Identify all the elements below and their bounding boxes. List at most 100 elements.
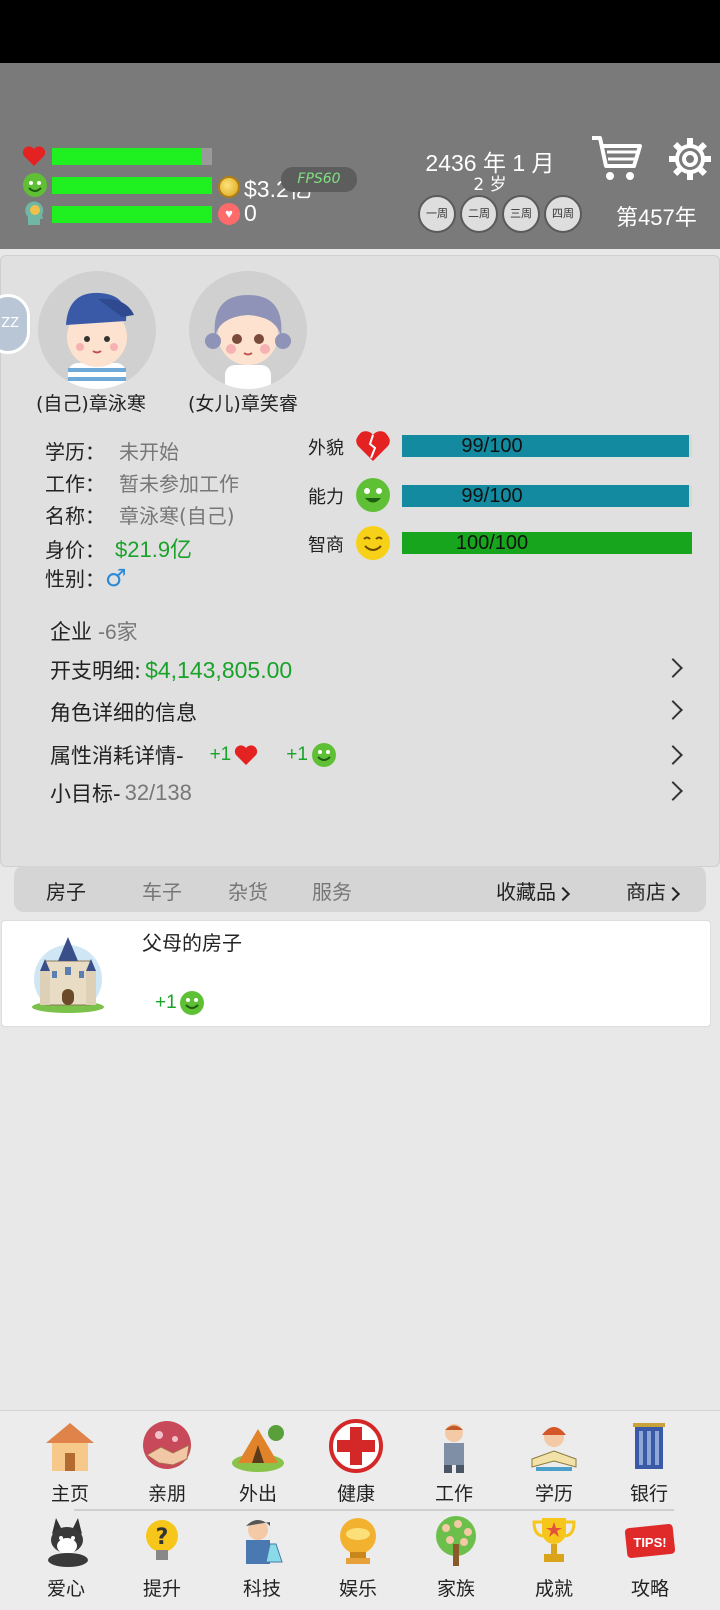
ability-label: 能力 [308, 487, 344, 508]
week-4-button[interactable]: 四周 [544, 195, 582, 233]
education-row: 学历： 未开始 [45, 436, 179, 465]
goals-row[interactable]: 小目标- 32/138 [50, 778, 683, 808]
nav-outing[interactable]: 外出 [213, 1419, 303, 1506]
nav-charity[interactable]: 爱心 [21, 1514, 111, 1601]
chevron-right-icon [663, 700, 683, 720]
nav-health[interactable]: 健康 [311, 1419, 401, 1506]
health-bar-fill [52, 147, 203, 165]
nav-home[interactable]: 主页 [25, 1419, 115, 1506]
character-age: 2 岁 [473, 175, 507, 195]
heart-icon [235, 745, 258, 765]
coin-icon [218, 176, 240, 198]
reputation-icon: ♥ [218, 202, 240, 225]
house-card[interactable]: 父母的房子 +1 [1, 920, 711, 1027]
collection-label: 收藏品 [496, 880, 556, 904]
daughter-avatar[interactable] [189, 271, 307, 389]
nav-entertainment[interactable]: 娱乐 [313, 1514, 403, 1601]
reputation-display[interactable]: ♥ 0 [218, 200, 257, 227]
reputation-value: 0 [244, 200, 257, 226]
nav-technology[interactable]: 科技 [217, 1514, 307, 1601]
collection-link[interactable]: 收藏品 [496, 876, 571, 905]
category-tabs: 房子 车子 杂货 服务 收藏品 商店 [14, 866, 706, 912]
nav-charity-label: 爱心 [46, 1578, 85, 1600]
shop-link[interactable]: 商店 [626, 876, 681, 905]
gear-icon[interactable] [667, 136, 713, 182]
side-drawer-tab[interactable]: ZZ [0, 294, 30, 354]
nav-education[interactable]: 学历 [509, 1419, 599, 1506]
castle-icon [32, 937, 104, 1013]
week-2-button[interactable]: 二周 [460, 195, 498, 233]
expense-value: $4,143,805.00 [145, 656, 293, 683]
character-info-label: 角色详细的信息 [50, 701, 197, 725]
happy-face-icon [23, 173, 47, 197]
health-bar [52, 147, 212, 165]
nav-divider [74, 1509, 674, 1511]
reading-girl-icon [531, 1427, 577, 1471]
appearance-value: 99/100 [461, 435, 523, 457]
smiling-face-icon [356, 526, 390, 560]
nav-achievements[interactable]: 成就 [509, 1514, 599, 1601]
appearance-bar: 99/100 [402, 435, 692, 457]
goals-label: 小目标- [50, 782, 121, 806]
company-label: 企业 [50, 620, 92, 644]
education-label: 学历： [45, 440, 105, 464]
svg-text:?: ? [156, 1525, 169, 1550]
nav-outing-label: 外出 [238, 1483, 277, 1505]
fps-badge: FPS60 [281, 167, 357, 192]
nav-work[interactable]: 工作 [409, 1419, 499, 1506]
slot-machine-icon [340, 1518, 376, 1564]
happy-face-icon [311, 743, 336, 767]
week-1-button[interactable]: 一周 [418, 195, 456, 233]
boy-avatar-icon [66, 292, 134, 389]
character-info-row[interactable]: 角色详细的信息 [50, 697, 683, 727]
worth-row: 身价： $21.9亿 [45, 532, 192, 564]
self-avatar[interactable] [38, 271, 156, 389]
name-value: 章泳寒(自己) [119, 504, 235, 528]
happiness-bar [52, 176, 212, 194]
daughter-avatar-label: (女儿)章笑睿 [188, 393, 298, 415]
ability-face-icon [356, 478, 390, 512]
job-label: 工作： [45, 472, 105, 496]
chevron-right-icon [663, 781, 683, 801]
nav-technology-label: 科技 [242, 1578, 281, 1600]
nav-family[interactable]: 家族 [411, 1514, 501, 1601]
nav-guide-label: 攻略 [630, 1578, 669, 1600]
company-row[interactable]: 企业 -6家 [50, 616, 680, 646]
heart-icon [22, 146, 46, 166]
svg-text:TIPS!: TIPS! [633, 1535, 666, 1550]
appearance-label: 外貌 [308, 438, 344, 459]
house-bonus-value: +1 [155, 992, 177, 1013]
gender-row: 性别： ♂ [45, 563, 127, 592]
year-counter: 第457年 [616, 205, 697, 230]
tab-goods[interactable]: 杂货 [228, 876, 268, 905]
nav-friends-label: 亲朋 [147, 1483, 186, 1505]
shopping-cart-icon[interactable] [590, 134, 642, 184]
health-stat [22, 145, 212, 167]
tab-service[interactable]: 服务 [312, 876, 352, 905]
girl-avatar-icon [205, 295, 291, 389]
iq-bar: 100/100 [402, 532, 692, 554]
tab-car[interactable]: 车子 [142, 876, 182, 905]
job-row: 工作： 暂未参加工作 [45, 468, 239, 497]
trophy-icon [532, 1518, 576, 1562]
expense-row[interactable]: 开支明细: $4,143,805.00 [50, 655, 683, 685]
week-3-button[interactable]: 三周 [502, 195, 540, 233]
bank-building-icon [633, 1423, 665, 1469]
chevron-right-icon [555, 886, 571, 902]
attribute-cost-row[interactable]: 属性消耗详情- +1 +1 [50, 740, 683, 770]
husky-dog-icon [48, 1518, 88, 1567]
nav-friends[interactable]: 亲朋 [122, 1419, 212, 1506]
nav-guide[interactable]: TIPS! 攻略 [605, 1514, 695, 1601]
happy-face-icon [179, 991, 204, 1015]
intelligence-bar-fill [52, 205, 212, 223]
worth-value: $21.9亿 [115, 537, 193, 562]
iq-value: 100/100 [455, 532, 529, 554]
nav-improve[interactable]: ? 提升 [117, 1514, 207, 1601]
company-value: -6家 [98, 621, 138, 644]
ability-value: 99/100 [461, 485, 523, 507]
chevron-right-icon [663, 658, 683, 678]
nav-bank[interactable]: 银行 [604, 1419, 694, 1506]
intelligence-bar [52, 205, 212, 223]
tab-house[interactable]: 房子 [46, 876, 86, 905]
house-title: 父母的房子 [142, 931, 242, 955]
